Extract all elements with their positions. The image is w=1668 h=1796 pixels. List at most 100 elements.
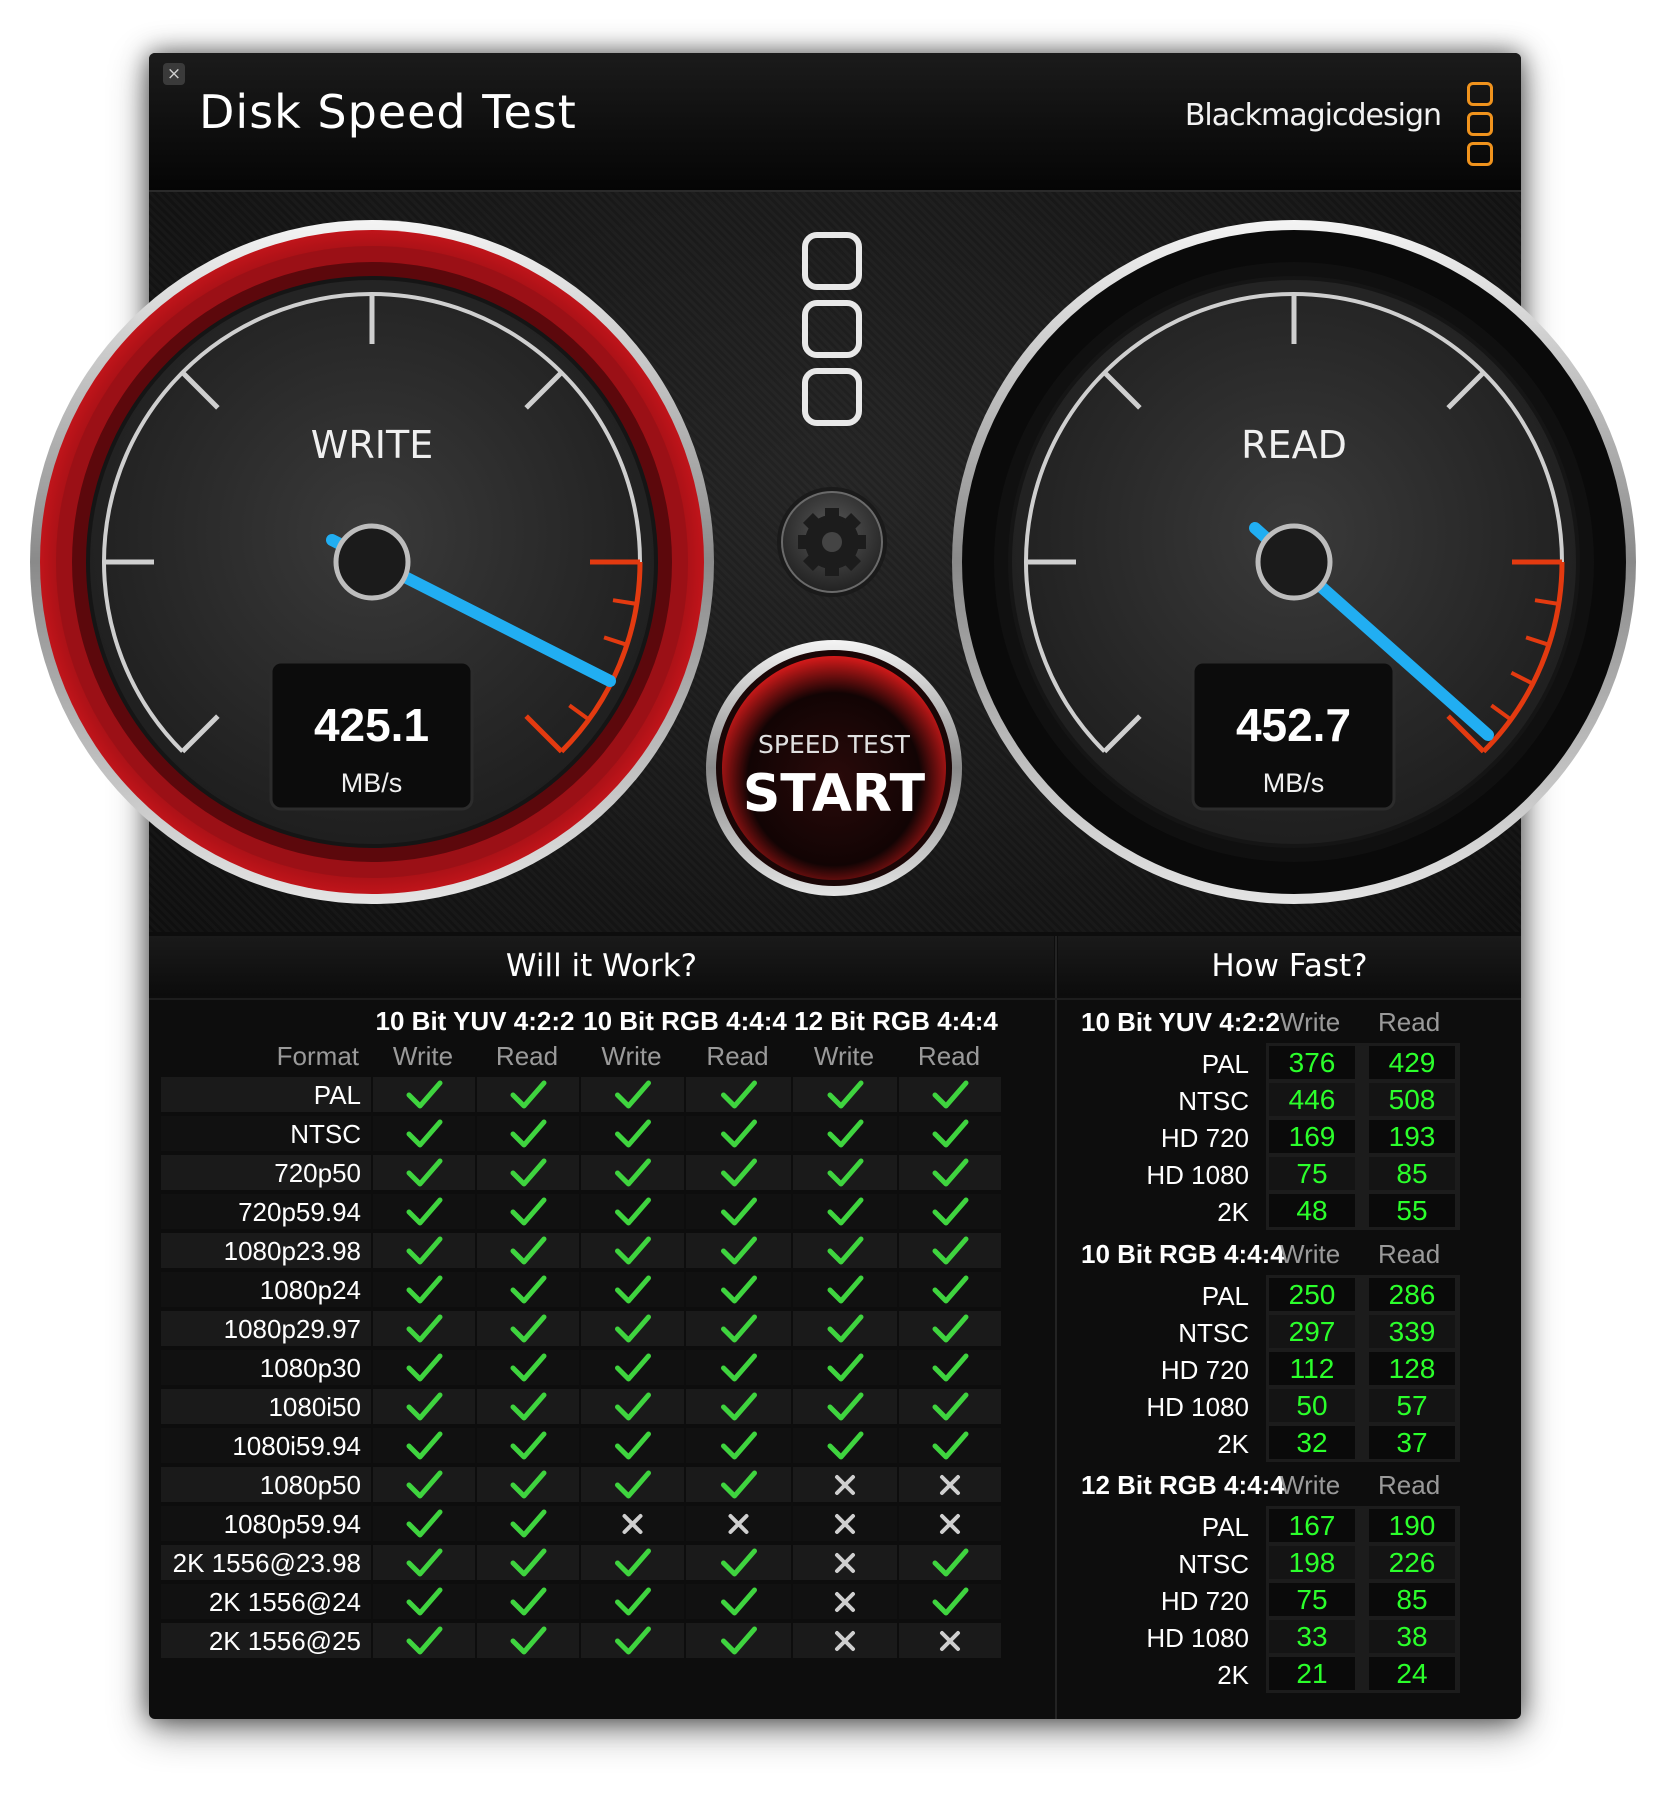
check-icon [791, 1428, 897, 1463]
check-icon [791, 1311, 897, 1346]
how-fast-write-header: Write [1280, 1007, 1341, 1037]
check-icon [897, 1116, 1001, 1151]
how-fast-group-header: 12 Bit RGB 4:4:4 [1081, 1470, 1285, 1500]
check-icon [579, 1077, 684, 1112]
check-icon [791, 1350, 897, 1385]
format-label: 1080p24 [259, 1275, 361, 1305]
format-label: 1080p50 [259, 1470, 361, 1500]
window-title: Disk Speed Test [199, 85, 577, 139]
check-icon [684, 1194, 791, 1229]
check-icon [791, 1155, 897, 1190]
check-icon [475, 1272, 579, 1307]
check-icon [475, 1428, 579, 1463]
check-icon [684, 1545, 791, 1580]
how-fast-write-header: Write [1280, 1470, 1341, 1500]
how-fast-group-header: 10 Bit RGB 4:4:4 [1081, 1239, 1285, 1269]
check-icon [897, 1350, 1001, 1385]
check-icon [371, 1623, 475, 1658]
write-speed-cell: 297 [1269, 1315, 1355, 1348]
check-icon [684, 1350, 791, 1385]
check-icon [791, 1194, 897, 1229]
format-label: NTSC [290, 1119, 361, 1149]
check-icon [475, 1623, 579, 1658]
check-icon [475, 1584, 579, 1619]
read-speed-cell: 128 [1369, 1352, 1455, 1385]
check-icon [371, 1272, 475, 1307]
brand-logo-icon [1467, 82, 1493, 172]
check-icon [897, 1428, 1001, 1463]
check-icon [897, 1077, 1001, 1112]
check-icon [371, 1389, 475, 1424]
column-subheader: Read [917, 1041, 981, 1071]
format-label: PAL [313, 1080, 361, 1110]
read-speed-cell: 339 [1369, 1315, 1455, 1348]
how-fast-row-label: HD 1080 [1146, 1392, 1249, 1422]
check-icon [371, 1467, 475, 1502]
check-icon [371, 1233, 475, 1268]
read-speed-cell: 190 [1369, 1509, 1455, 1542]
format-column-header: Format [276, 1041, 359, 1071]
column-subheader: Write [601, 1041, 662, 1071]
format-label: 720p59.94 [238, 1197, 361, 1227]
how-fast-row-label: HD 1080 [1146, 1160, 1249, 1190]
cross-icon [791, 1545, 897, 1580]
how-fast-row-label: HD 720 [1160, 1123, 1249, 1153]
check-icon [371, 1428, 475, 1463]
check-icon [684, 1584, 791, 1619]
group-header: 12 Bit RGB 4:4:4 [794, 1006, 998, 1036]
write-speed-cell: 376 [1269, 1046, 1355, 1079]
check-icon [897, 1155, 1001, 1190]
group-header: 10 Bit YUV 4:2:2 [375, 1006, 575, 1036]
how-fast-read-header: Read [1378, 1007, 1441, 1037]
cross-icon [791, 1584, 897, 1619]
check-icon [371, 1077, 475, 1112]
check-icon [475, 1194, 579, 1229]
column-subheader: Read [706, 1041, 769, 1071]
how-fast-row-label: PAL [1201, 1512, 1249, 1542]
check-icon [897, 1311, 1001, 1346]
format-label: 2K 1556@24 [208, 1587, 361, 1617]
how-fast-header: How Fast? [1058, 936, 1521, 996]
read-speed-cell: 55 [1369, 1194, 1455, 1227]
check-icon [371, 1311, 475, 1346]
write-speed-cell: 48 [1269, 1194, 1355, 1227]
start-button-label: START [742, 764, 926, 824]
check-icon [684, 1467, 791, 1502]
how-fast-row-label: 2K [1217, 1429, 1249, 1459]
check-icon [897, 1389, 1001, 1424]
check-icon [371, 1545, 475, 1580]
format-label: 1080p29.97 [223, 1314, 361, 1344]
check-icon [579, 1155, 684, 1190]
how-fast-group-header: 10 Bit YUV 4:2:2 [1081, 1007, 1280, 1037]
app-window: × Disk Speed Test Blackmagicdesign Will … [149, 53, 1521, 1719]
format-label: 1080p30 [259, 1353, 361, 1383]
will-it-work-header: Will it Work? [149, 936, 1054, 996]
title-bar: × Disk Speed Test Blackmagicdesign [149, 53, 1521, 192]
write-speed-value: 425.1 [313, 699, 430, 751]
cross-icon [579, 1506, 684, 1541]
brand-name: Blackmagicdesign [1184, 98, 1442, 133]
check-icon [684, 1116, 791, 1151]
check-icon [371, 1194, 475, 1229]
check-icon [684, 1233, 791, 1268]
check-icon [579, 1389, 684, 1424]
check-icon [475, 1467, 579, 1502]
check-icon [475, 1506, 579, 1541]
check-icon [791, 1272, 897, 1307]
close-button[interactable]: × [163, 63, 185, 85]
check-icon [579, 1194, 684, 1229]
check-icon [897, 1545, 1001, 1580]
section-underline [149, 998, 1521, 1000]
check-icon [371, 1350, 475, 1385]
check-icon [579, 1584, 684, 1619]
check-icon [475, 1155, 579, 1190]
read-speed-cell: 508 [1369, 1083, 1455, 1116]
cross-icon [897, 1467, 1001, 1502]
check-icon [684, 1077, 791, 1112]
check-icon [475, 1116, 579, 1151]
write-speed-cell: 112 [1269, 1352, 1355, 1385]
format-label: 1080i59.94 [232, 1431, 361, 1461]
check-icon [897, 1584, 1001, 1619]
column-subheader: Read [495, 1041, 559, 1071]
check-icon [897, 1272, 1001, 1307]
